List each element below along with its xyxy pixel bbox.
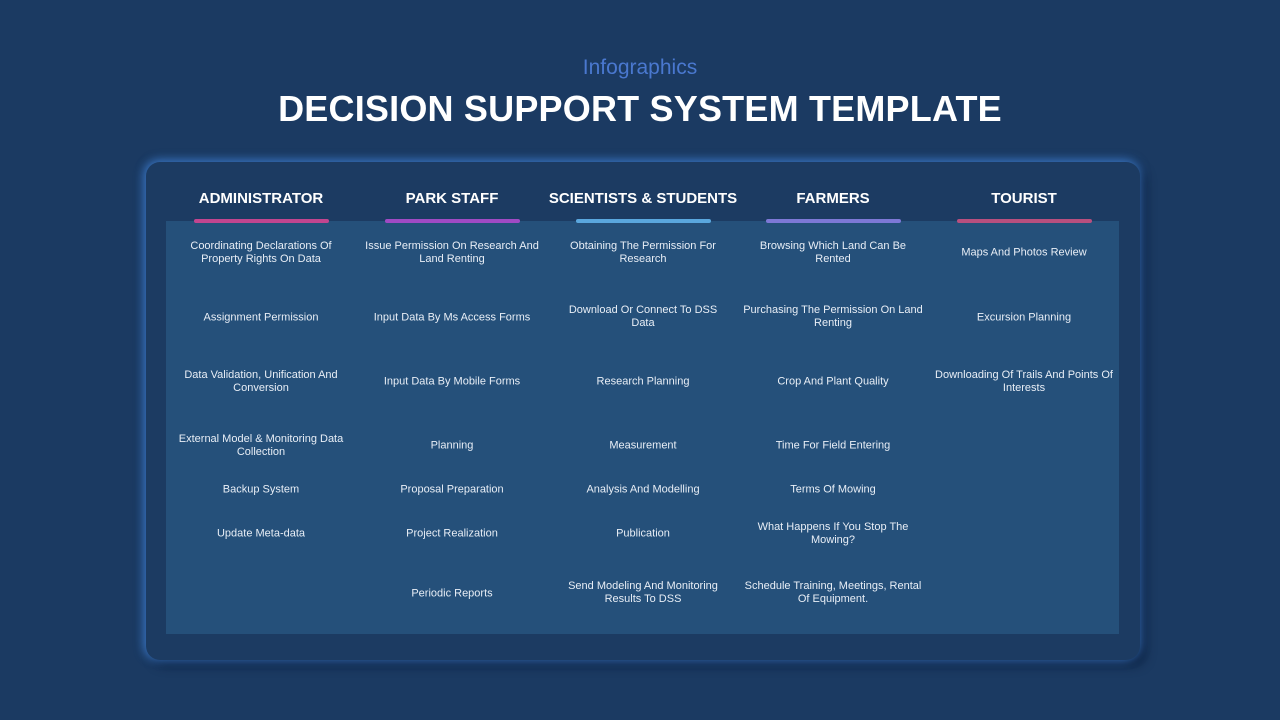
list-item: Obtaining The Permission For Research [570, 240, 716, 265]
column-header: PARK STAFF [405, 190, 499, 207]
list-item: Purchasing The Permission On Land Rentin… [743, 304, 923, 329]
list-item: Update Meta-data [216, 527, 306, 540]
list-item: Periodic Reports [411, 587, 493, 600]
list-item: Proposal Preparation [400, 483, 504, 496]
column-accent-bar [766, 219, 901, 223]
list-item: Schedule Training, Meetings, Rental Of E… [744, 580, 922, 605]
list-item: Maps And Photos Review [961, 246, 1087, 259]
list-item: Publication [616, 527, 670, 540]
list-item: Data Validation, Unification And Convers… [184, 369, 338, 394]
list-item: Input Data By Mobile Forms [383, 375, 521, 388]
list-item: Assignment Permission [203, 311, 319, 324]
column-header: TOURIST [991, 190, 1057, 207]
column-header: SCIENTISTS & STUDENTS [548, 190, 738, 207]
list-item: Planning [430, 439, 474, 452]
list-item: Input Data By Ms Access Forms [373, 311, 531, 324]
list-item: Excursion Planning [976, 311, 1072, 324]
list-item: Research Planning [596, 375, 690, 388]
list-item: Analysis And Modelling [586, 483, 700, 496]
column-header: ADMINISTRATOR [198, 190, 324, 207]
list-item: External Model & Monitoring Data Collect… [178, 433, 344, 458]
content-panel [166, 221, 1119, 634]
list-item: Measurement [609, 439, 677, 452]
list-item: Terms Of Mowing [790, 483, 876, 496]
list-item: Project Realization [406, 527, 498, 540]
list-item: Downloading Of Trails And Points Of Inte… [935, 369, 1113, 394]
list-item: What Happens If You Stop The Mowing? [757, 521, 909, 546]
list-item: Backup System [222, 483, 300, 496]
list-item: Crop And Plant Quality [777, 375, 889, 388]
list-item: Browsing Which Land Can Be Rented [759, 240, 907, 265]
column-accent-bar [194, 219, 329, 223]
column-accent-bar [385, 219, 520, 223]
list-item: Coordinating Declarations Of Property Ri… [190, 240, 332, 265]
list-item: Send Modeling And Monitoring Results To … [568, 580, 718, 605]
page-subtitle: Infographics [582, 56, 698, 79]
column-accent-bar [957, 219, 1092, 223]
column-header: FARMERS [796, 190, 870, 207]
column-accent-bar [576, 219, 711, 223]
list-item: Issue Permission On Research And Land Re… [365, 240, 539, 265]
list-item: Time For Field Entering [775, 439, 891, 452]
page-title: DECISION SUPPORT SYSTEM TEMPLATE [278, 88, 1002, 129]
list-item: Download Or Connect To DSS Data [568, 304, 718, 329]
